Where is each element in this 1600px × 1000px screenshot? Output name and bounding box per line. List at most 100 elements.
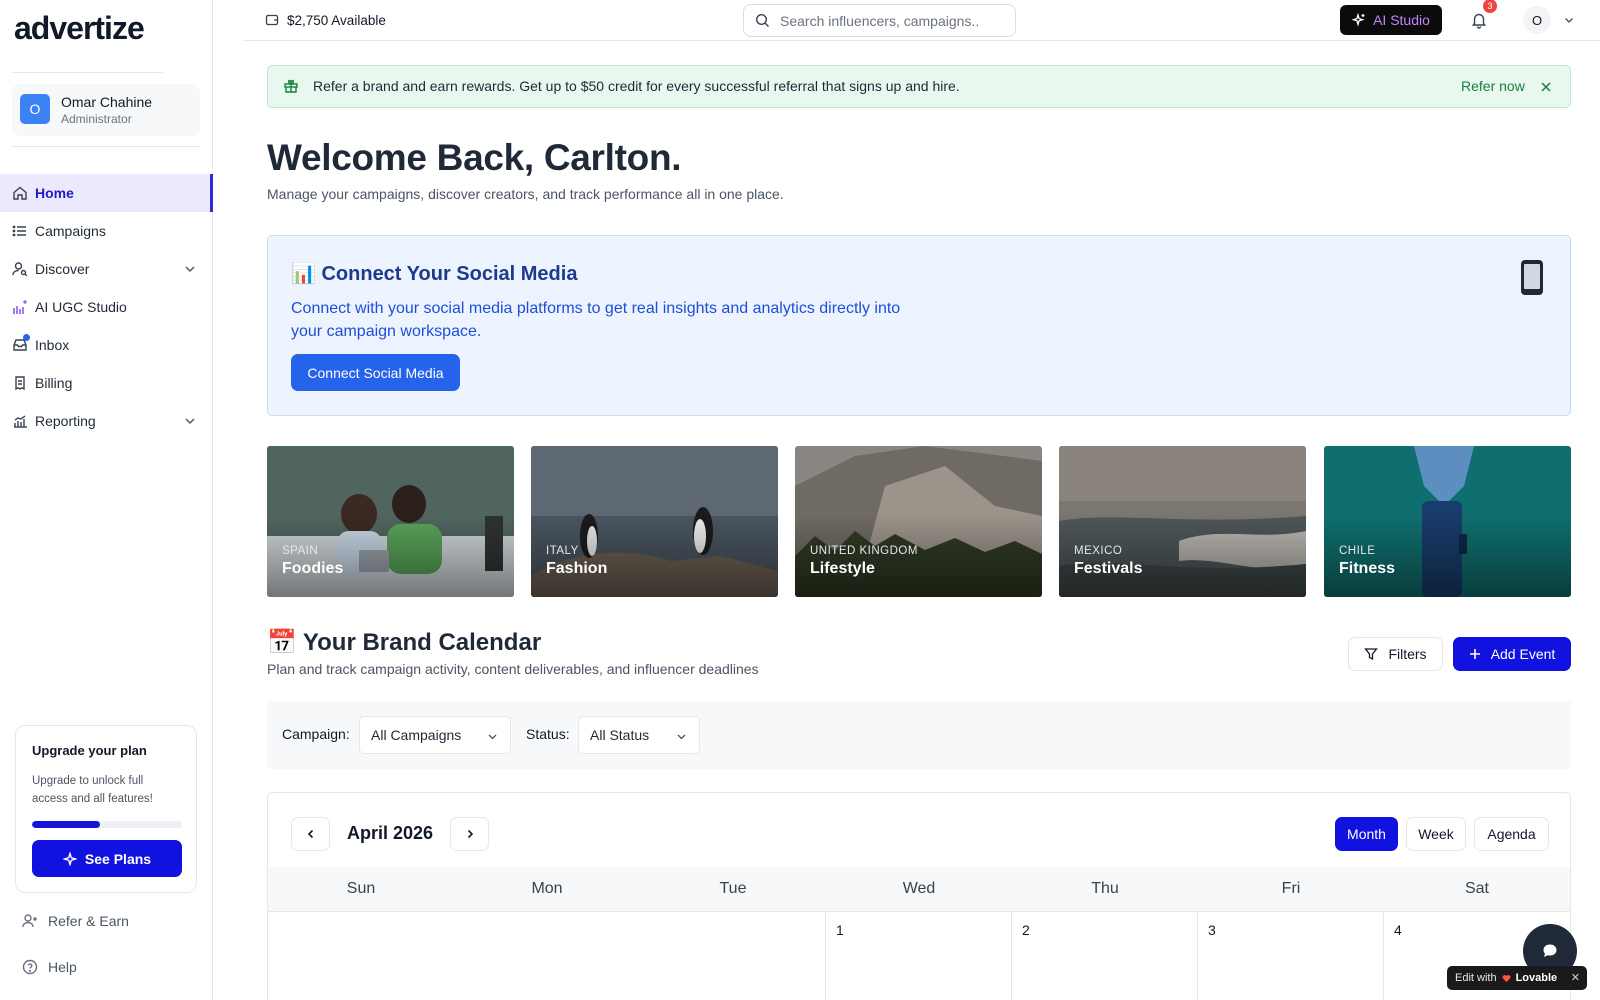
card-country: UNITED KINGDOM bbox=[810, 545, 918, 557]
chevron-right-icon bbox=[467, 829, 473, 839]
sidebar-item-billing[interactable]: Billing bbox=[0, 364, 213, 402]
home-icon bbox=[11, 184, 29, 202]
filters-button[interactable]: Filters bbox=[1348, 637, 1443, 671]
calendar-title-text: Your Brand Calendar bbox=[302, 628, 542, 656]
profile-menu[interactable]: O bbox=[1523, 6, 1575, 34]
topbar: $2,750 Available AI Studio 3 O bbox=[243, 0, 1600, 41]
category-card-festivals[interactable]: MEXICO Festivals bbox=[1059, 446, 1306, 597]
sidebar-item-ai-ugc-studio[interactable]: AI UGC Studio bbox=[0, 288, 213, 326]
next-month-button[interactable] bbox=[450, 817, 489, 851]
campaign-select[interactable]: All Campaigns bbox=[359, 716, 511, 754]
avatar: O bbox=[1523, 6, 1551, 34]
status-filter-label: Status: bbox=[526, 726, 570, 742]
see-plans-label: See Plans bbox=[84, 850, 152, 867]
view-week-button[interactable]: Week bbox=[1406, 817, 1466, 851]
day-cell[interactable]: 2 bbox=[1012, 912, 1198, 1000]
search-icon bbox=[755, 13, 769, 27]
weekday-label: Fri bbox=[1281, 880, 1301, 897]
sidebar-item-home[interactable]: Home bbox=[0, 174, 213, 212]
upgrade-text: Upgrade to unlock full access and all fe… bbox=[32, 775, 153, 805]
day-cell-empty bbox=[640, 912, 826, 1000]
user-role: Administrator bbox=[61, 112, 132, 126]
plus-icon bbox=[1469, 649, 1480, 659]
calendar-title: 📅 Your Brand Calendar bbox=[267, 628, 541, 657]
connect-title: 📊 Connect Your Social Media bbox=[291, 261, 577, 286]
weekday-label: Sat bbox=[1464, 880, 1489, 897]
sidebar: advertize O Omar Chahine Administrator H… bbox=[0, 0, 213, 1000]
balance-text: $2,750 Available bbox=[287, 12, 386, 28]
inbox-icon bbox=[11, 334, 30, 354]
see-plans-button[interactable]: See Plans bbox=[32, 840, 182, 877]
avatar: O bbox=[20, 94, 50, 124]
upgrade-title: Upgrade your plan bbox=[32, 743, 147, 758]
day-number: 1 bbox=[836, 922, 844, 938]
sidebar-item-reporting[interactable]: Reporting bbox=[0, 402, 213, 440]
campaign-filter-label: Campaign: bbox=[282, 726, 350, 742]
lovable-name: Lovable bbox=[1515, 972, 1558, 984]
view-agenda-button[interactable]: Agenda bbox=[1474, 817, 1549, 851]
sidebar-item-label: Campaigns bbox=[35, 223, 106, 239]
connect-social-button[interactable]: Connect Social Media bbox=[291, 354, 460, 391]
weekday-header: Sun Mon Tue Wed Thu Fri Sat bbox=[268, 867, 1570, 912]
sidebar-item-campaigns[interactable]: Campaigns bbox=[0, 212, 213, 250]
plan-progress-bar bbox=[32, 821, 182, 828]
category-card-foodies[interactable]: SPAIN Foodies bbox=[267, 446, 514, 597]
page-title: Welcome Back, Carlton. bbox=[267, 137, 682, 178]
category-card-lifestyle[interactable]: UNITED KINGDOM Lifestyle bbox=[795, 446, 1042, 597]
day-cell-empty bbox=[454, 912, 640, 1000]
help-label: Help bbox=[48, 959, 77, 975]
campaign-select-value: All Campaigns bbox=[371, 727, 462, 743]
plan-progress-fill bbox=[32, 821, 100, 828]
card-country: SPAIN bbox=[282, 545, 319, 557]
referral-banner: Refer a brand and earn rewards. Get up t… bbox=[267, 65, 1571, 108]
help-link[interactable]: Help bbox=[22, 959, 77, 975]
mobile-phone-icon bbox=[1521, 260, 1543, 295]
day-number: 2 bbox=[1022, 922, 1030, 938]
add-event-button[interactable]: Add Event bbox=[1453, 637, 1571, 671]
chevron-down-icon bbox=[488, 734, 497, 740]
weekday-label: Mon bbox=[531, 880, 563, 897]
category-card-fitness[interactable]: CHILE Fitness bbox=[1324, 446, 1571, 597]
brand-calendar: April 2026 Month Week Agenda Sun Mon Tue… bbox=[267, 792, 1571, 1000]
ai-studio-button[interactable]: AI Studio bbox=[1340, 5, 1442, 35]
prev-month-button[interactable] bbox=[291, 817, 330, 851]
edit-with-lovable-badge[interactable]: Edit with Lovable ✕ bbox=[1447, 966, 1587, 990]
wallet-balance[interactable]: $2,750 Available bbox=[265, 8, 386, 32]
brand-logo[interactable]: advertize bbox=[14, 10, 145, 47]
day-cell[interactable]: 1 bbox=[826, 912, 1012, 1000]
chart-icon bbox=[11, 412, 29, 430]
refer-earn-link[interactable]: Refer & Earn bbox=[22, 913, 129, 929]
connect-social-card: 📊 Connect Your Social Media Connect with… bbox=[267, 235, 1571, 416]
divider bbox=[12, 72, 163, 73]
refer-now-link[interactable]: Refer now bbox=[1461, 78, 1525, 94]
status-select[interactable]: All Status bbox=[578, 716, 700, 754]
chevron-down-icon[interactable] bbox=[183, 262, 197, 276]
connect-description: Connect with your social media platforms… bbox=[291, 300, 901, 340]
add-event-label: Add Event bbox=[1490, 646, 1556, 662]
close-icon[interactable] bbox=[1538, 79, 1554, 95]
sidebar-item-inbox[interactable]: Inbox bbox=[0, 326, 213, 364]
sidebar-nav: Home Campaigns Discover AI UGC Studio In… bbox=[0, 174, 213, 440]
bell-icon[interactable] bbox=[1470, 11, 1488, 29]
calendar-month-label: April 2026 bbox=[347, 823, 434, 843]
lovable-heart-icon bbox=[1502, 974, 1510, 982]
upgrade-plan-card: Upgrade your plan Upgrade to unlock full… bbox=[15, 725, 197, 893]
sidebar-item-label: Home bbox=[35, 185, 74, 201]
sidebar-item-label: AI UGC Studio bbox=[35, 299, 127, 315]
day-cell[interactable]: 3 bbox=[1198, 912, 1384, 1000]
user-card[interactable]: O Omar Chahine Administrator bbox=[12, 84, 200, 136]
search-input[interactable] bbox=[780, 12, 1000, 29]
chevron-down-icon bbox=[677, 734, 686, 740]
view-month-button[interactable]: Month bbox=[1335, 817, 1398, 851]
sparkle-icon bbox=[1352, 13, 1365, 27]
category-card-fashion[interactable]: ITALY Fashion bbox=[531, 446, 778, 597]
chevron-down-icon[interactable] bbox=[183, 414, 197, 428]
day-number: 4 bbox=[1394, 922, 1402, 938]
chat-bubble-icon bbox=[1543, 944, 1557, 957]
divider bbox=[12, 146, 200, 147]
billing-icon bbox=[11, 374, 29, 392]
user-search-icon bbox=[11, 260, 29, 278]
close-icon[interactable]: ✕ bbox=[1571, 971, 1580, 984]
search-box[interactable] bbox=[743, 4, 1016, 37]
sidebar-item-discover[interactable]: Discover bbox=[0, 250, 213, 288]
